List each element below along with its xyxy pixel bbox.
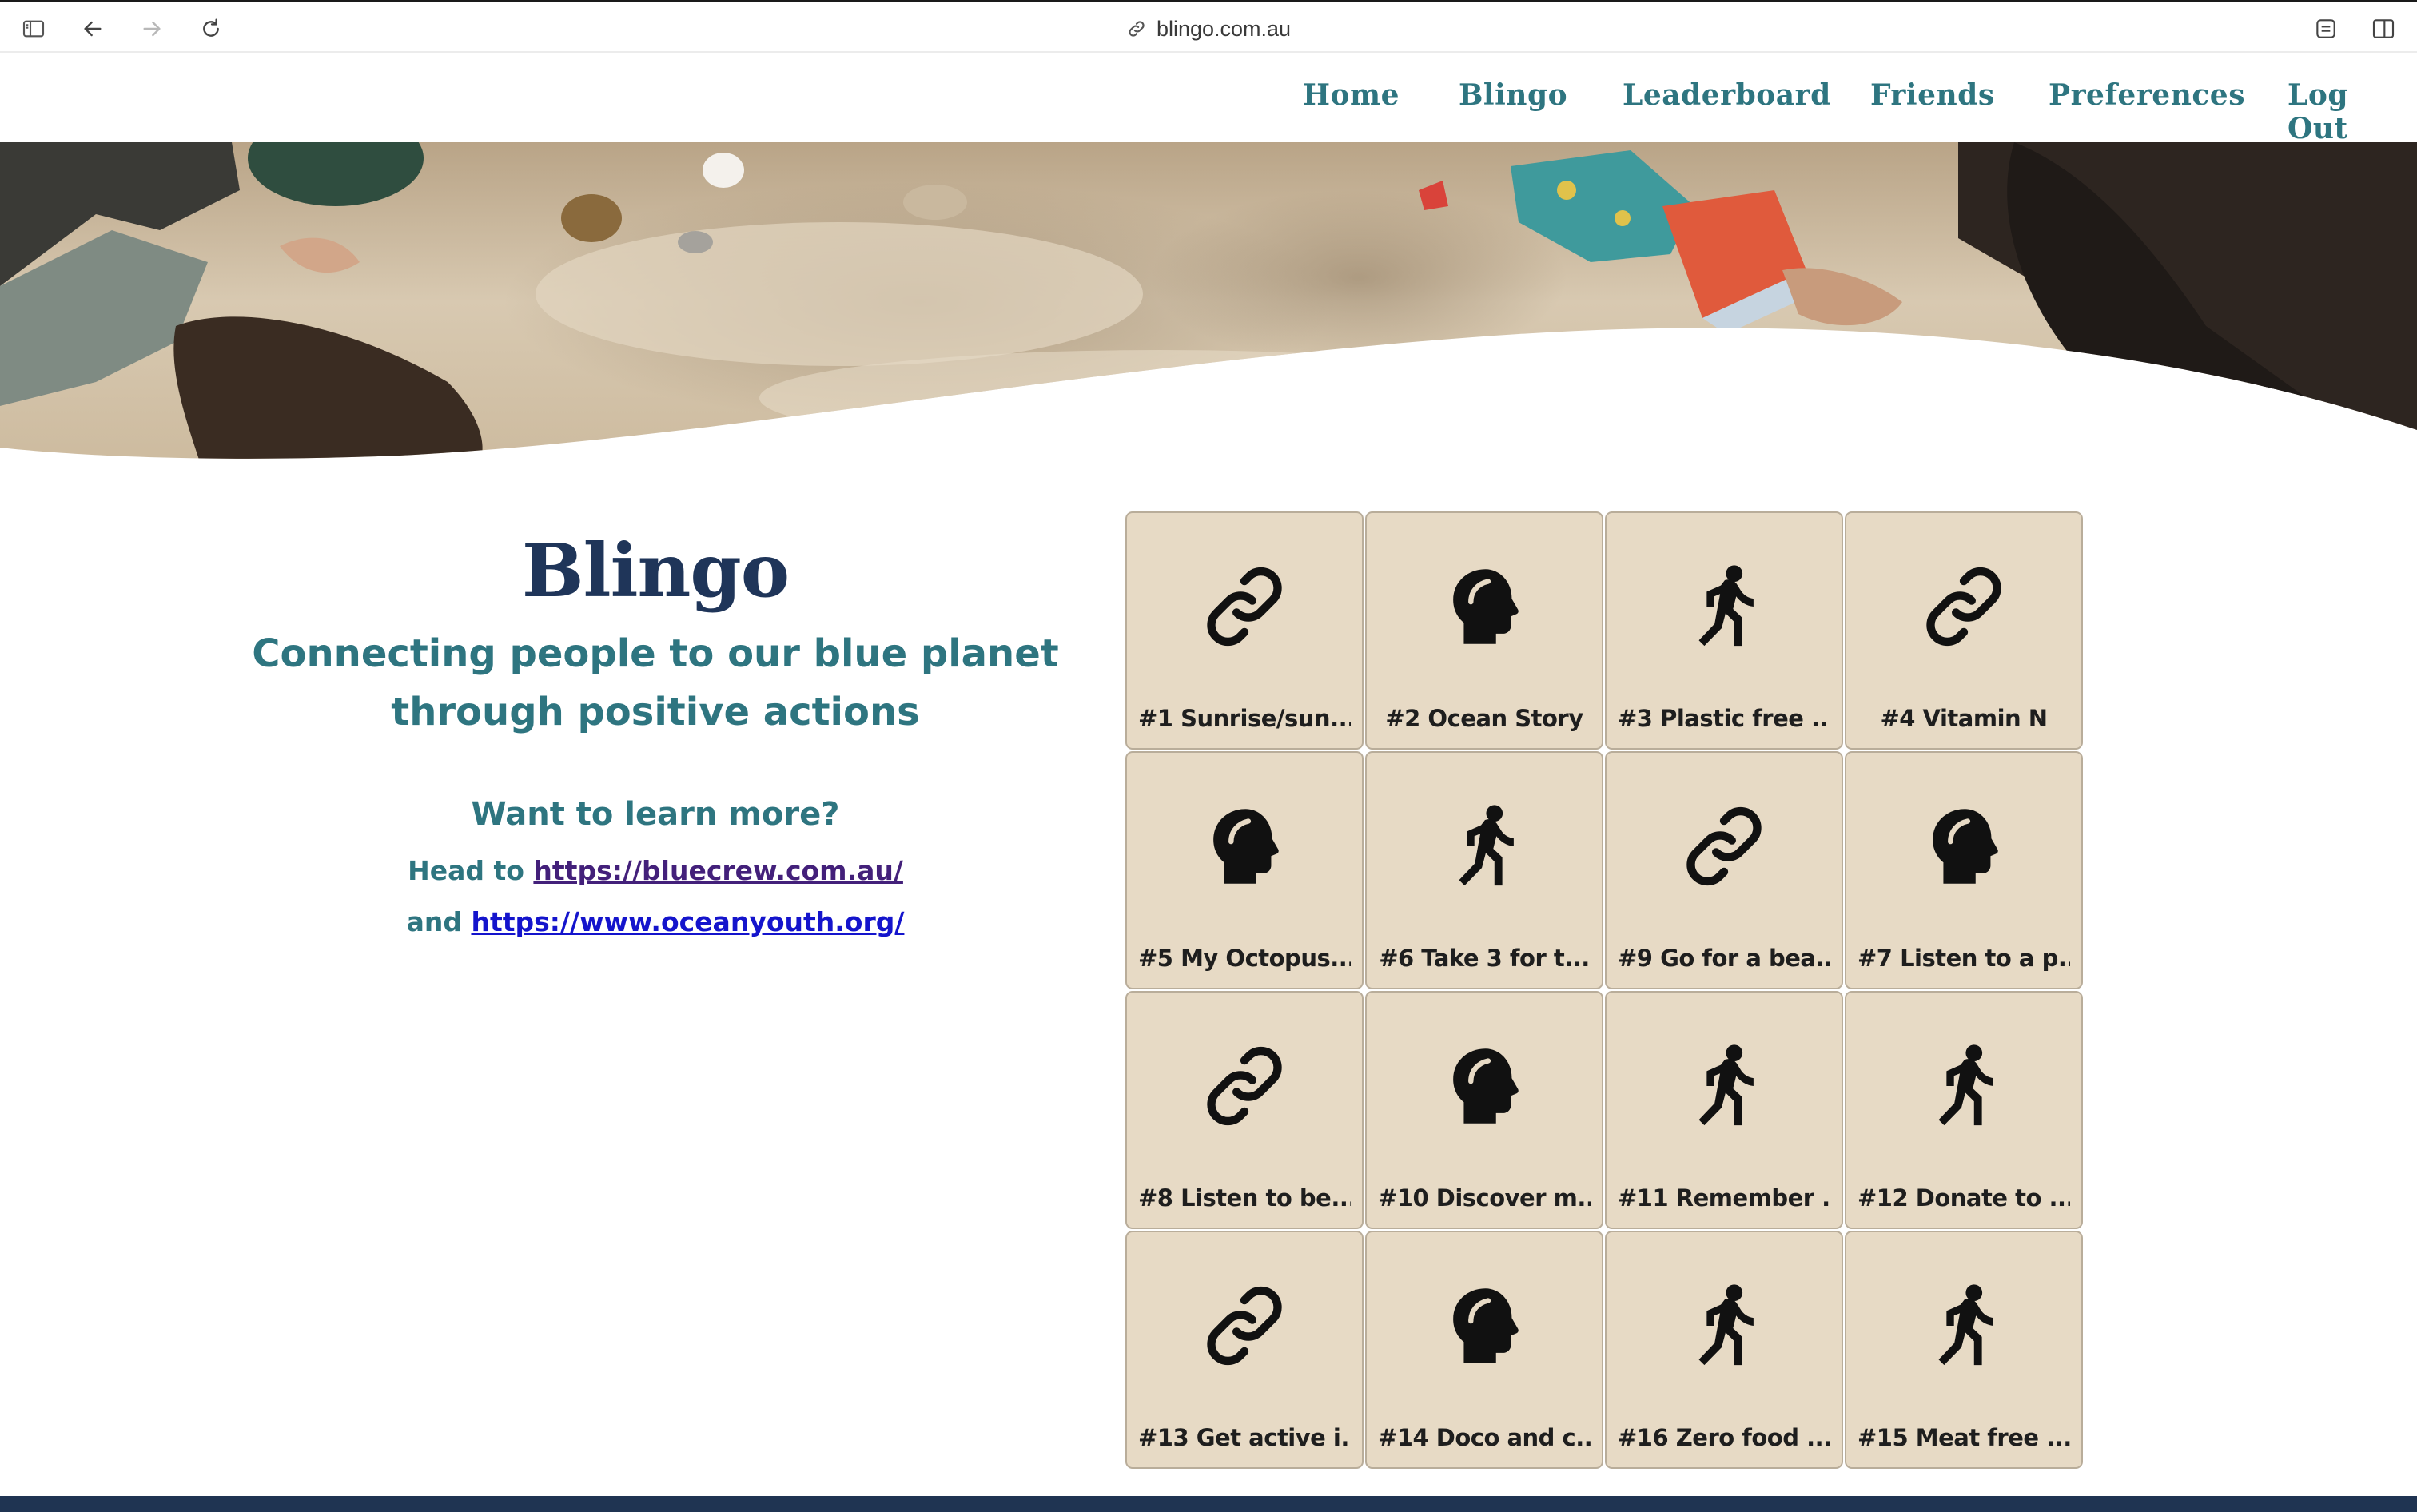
link-icon	[1129, 21, 1145, 37]
blingo-tile[interactable]: #13 Get active i...	[1125, 1231, 1364, 1469]
url-text: blingo.com.au	[1156, 16, 1292, 41]
link-icon	[1917, 559, 2011, 654]
blingo-tile[interactable]: #2 Ocean Story	[1365, 511, 1603, 750]
hero-image	[0, 142, 2417, 459]
blingo-tile[interactable]: #14 Doco and c...	[1365, 1231, 1603, 1469]
head-icon	[1437, 1279, 1531, 1373]
tile-label: #5 My Octopus...	[1138, 945, 1351, 972]
site-nav: Home Blingo Leaderboard Friends Preferen…	[0, 53, 2417, 145]
tile-label: #13 Get active i...	[1138, 1424, 1351, 1451]
blingo-tile[interactable]: #9 Go for a bea...	[1605, 751, 1843, 989]
nav-preferences[interactable]: Preferences	[2049, 78, 2245, 112]
blingo-tile[interactable]: #6 Take 3 for t...	[1365, 751, 1603, 989]
nav-friends[interactable]: Friends	[1870, 78, 1995, 112]
link-icon	[1197, 1279, 1292, 1373]
blingo-tile[interactable]: #7 Listen to a p...	[1845, 751, 2083, 989]
tile-label: #12 Donate to ...	[1858, 1184, 2070, 1212]
walking-icon	[1677, 1279, 1771, 1373]
blingo-tile[interactable]: #1 Sunrise/sun...	[1125, 511, 1364, 750]
learn-more-heading: Want to learn more?	[471, 796, 840, 833]
blingo-tile[interactable]: #16 Zero food ...	[1605, 1231, 1843, 1469]
nav-log-out[interactable]: Log Out	[2288, 78, 2417, 145]
nav-blingo[interactable]: Blingo	[1459, 78, 1567, 112]
tile-label: #3 Plastic free ...	[1618, 705, 1830, 732]
split-view-icon[interactable]	[2367, 13, 2399, 45]
tile-label: #2 Ocean Story	[1385, 705, 1583, 732]
tile-label: #15 Meat free ...	[1858, 1424, 2070, 1451]
link-icon	[1197, 1039, 1292, 1133]
browser-toolbar: blingo.com.au	[0, 0, 2417, 53]
walking-icon	[1437, 799, 1531, 893]
and-text: and	[406, 906, 462, 937]
oceanyouth-link[interactable]: https://www.oceanyouth.org/	[471, 906, 904, 937]
tile-label: #1 Sunrise/sun...	[1138, 705, 1351, 732]
walking-icon	[1677, 1039, 1771, 1133]
blingo-tile[interactable]: #11 Remember ...	[1605, 991, 1843, 1229]
tagline-line-1: Connecting people to our blue planet	[252, 631, 1059, 676]
tile-label: #11 Remember ...	[1618, 1184, 1830, 1212]
tagline: Connecting people to our blue planet thr…	[240, 625, 1071, 742]
blingo-tile[interactable]: #15 Meat free ...	[1845, 1231, 2083, 1469]
tile-label: #7 Listen to a p...	[1858, 945, 2070, 972]
page-title: Blingo	[521, 527, 790, 614]
tile-label: #6 Take 3 for t...	[1379, 945, 1590, 972]
learn-more-line-1: Head to https://bluecrew.com.au/	[240, 855, 1071, 886]
blingo-tile[interactable]: #4 Vitamin N	[1845, 511, 2083, 750]
tagline-line-2: through positive actions	[391, 690, 920, 734]
head-icon	[1437, 559, 1531, 654]
reader-settings-icon[interactable]	[2310, 13, 2342, 45]
walking-icon	[1917, 1279, 2011, 1373]
blingo-tile[interactable]: #12 Donate to ...	[1845, 991, 2083, 1229]
address-bar[interactable]: blingo.com.au	[0, 14, 2417, 43]
tile-label: #14 Doco and c...	[1378, 1424, 1591, 1451]
walking-icon	[1677, 559, 1771, 654]
blingo-tile[interactable]: #3 Plastic free ...	[1605, 511, 1843, 750]
head-icon	[1917, 799, 2011, 893]
nav-home[interactable]: Home	[1303, 78, 1400, 112]
learn-more-line-2: and https://www.oceanyouth.org/	[240, 906, 1071, 937]
bluecrew-link[interactable]: https://bluecrew.com.au/	[533, 855, 903, 886]
tile-label: #8 Listen to be...	[1138, 1184, 1351, 1212]
tile-label: #4 Vitamin N	[1880, 705, 2048, 732]
blingo-tile[interactable]: #10 Discover m...	[1365, 991, 1603, 1229]
footer-band	[0, 1496, 2417, 1512]
tile-label: #9 Go for a bea...	[1618, 945, 1830, 972]
walking-icon	[1917, 1039, 2011, 1133]
head-icon	[1197, 799, 1292, 893]
head-to-text: Head to	[408, 855, 524, 886]
tile-label: #10 Discover m...	[1378, 1184, 1591, 1212]
blingo-tile[interactable]: #5 My Octopus...	[1125, 751, 1364, 989]
blingo-tile[interactable]: #8 Listen to be...	[1125, 991, 1364, 1229]
nav-leaderboard[interactable]: Leaderboard	[1623, 78, 1831, 112]
blingo-card-grid: #1 Sunrise/sun... #2 Ocean Story #3 Plas…	[1125, 511, 2086, 1470]
head-icon	[1437, 1039, 1531, 1133]
tile-label: #16 Zero food ...	[1618, 1424, 1830, 1451]
link-icon	[1197, 559, 1292, 654]
link-icon	[1677, 799, 1771, 893]
